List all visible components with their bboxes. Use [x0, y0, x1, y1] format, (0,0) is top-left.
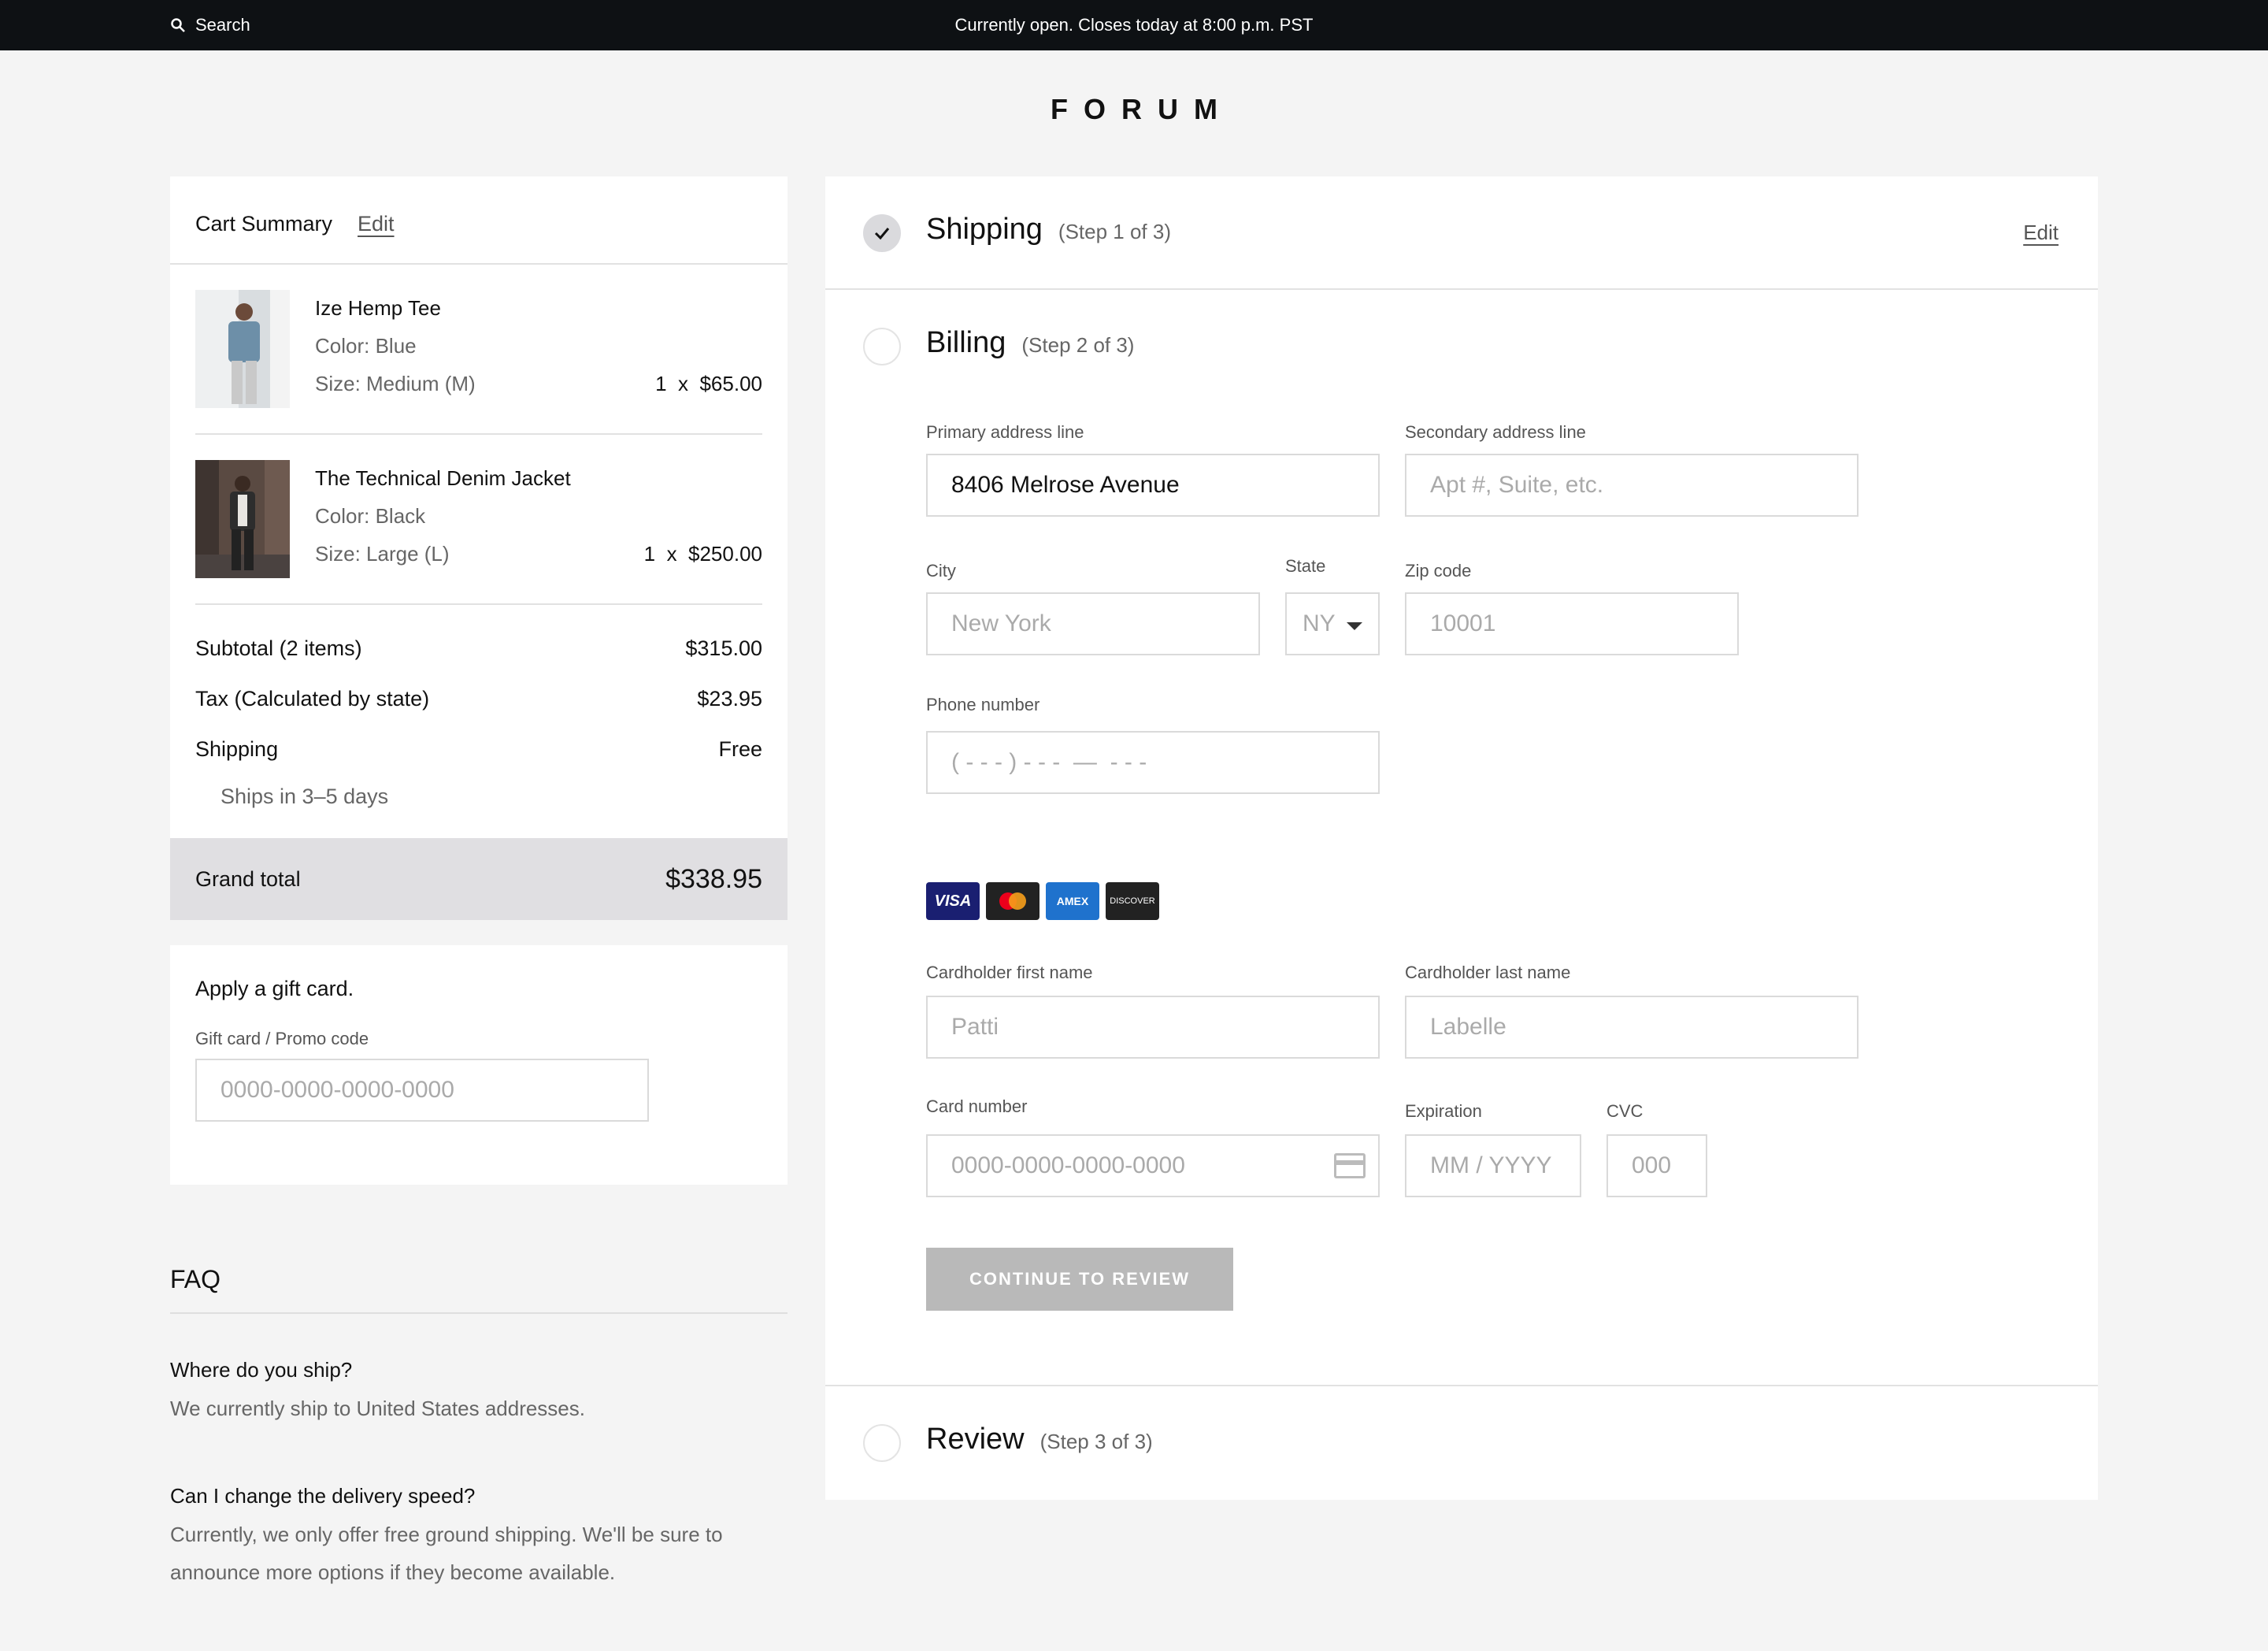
gift-card-title: Apply a gift card. [195, 977, 354, 1000]
divider [170, 263, 788, 265]
divider [170, 1312, 788, 1314]
item-color: Color: Blue [315, 334, 417, 358]
step-review-title: Review [926, 1423, 1025, 1456]
divider [825, 288, 2098, 290]
divider [195, 433, 762, 435]
checkout-page: Search Currently open. Closes today at 8… [0, 0, 2268, 1651]
grand-total-label: Grand total [195, 866, 301, 891]
state-value: NY [1303, 610, 1336, 636]
zip-label: Zip code [1405, 561, 1472, 581]
expiration-input[interactable] [1405, 1134, 1581, 1197]
phone-label: Phone number [926, 695, 1040, 714]
shipping-edit-link[interactable]: Edit [2023, 221, 2059, 245]
step-shipping-number: (Step 1 of 3) [1058, 220, 1171, 243]
brand-logo[interactable]: FORUM [0, 93, 2268, 126]
state-select[interactable]: NY [1285, 592, 1380, 655]
card-number-label: Card number [926, 1096, 1028, 1116]
faq-answer: Currently, we only offer free ground shi… [170, 1523, 723, 1584]
step-shipping-title: Shipping [926, 213, 1043, 246]
product-image-jacket[interactable] [195, 460, 290, 578]
last-name-label: Cardholder last name [1405, 963, 1571, 982]
product-image-tee[interactable] [195, 290, 290, 408]
subtotal-value: $315.00 [685, 636, 762, 660]
cart-item: Ize Hemp Tee Color: Blue Size: Medium (M… [195, 290, 762, 408]
primary-address-input[interactable] [926, 454, 1380, 517]
item-qty-price: 1 x $250.00 [643, 542, 762, 566]
tax-value: $23.95 [697, 687, 762, 710]
shipping-label: Shipping [195, 737, 279, 761]
amex-icon: AMEX [1046, 882, 1099, 920]
gift-card-panel: Apply a gift card. Gift card / Promo cod… [170, 945, 788, 1185]
faq-answer: We currently ship to United States addre… [170, 1397, 585, 1420]
credit-card-icon [1334, 1153, 1366, 1178]
checkout-steps-panel: Shipping (Step 1 of 3) Edit Billing (Ste… [825, 176, 2098, 1500]
checkmark-icon [874, 228, 890, 240]
cardholder-last-name-input[interactable] [1405, 996, 1858, 1059]
cart-item: The Technical Denim Jacket Color: Black … [195, 460, 762, 578]
divider [825, 1385, 2098, 1386]
card-number-input[interactable] [926, 1134, 1380, 1197]
gift-card-label: Gift card / Promo code [195, 1029, 369, 1048]
grand-total-value: $338.95 [665, 863, 762, 894]
subtotal-row: Subtotal (2 items) $315.00 [195, 636, 762, 661]
faq-question: Where do you ship? [170, 1358, 353, 1382]
first-name-label: Cardholder first name [926, 963, 1093, 982]
expiration-label: Expiration [1405, 1101, 1482, 1121]
visa-icon: VISA [926, 882, 980, 920]
cart-summary-header: Cart Summary Edit [195, 208, 395, 239]
shipping-note: Ships in 3–5 days [220, 785, 389, 808]
cart-edit-link[interactable]: Edit [358, 212, 395, 236]
card-number-field [926, 1134, 1380, 1197]
divider [195, 603, 762, 605]
cart-item-info: Ize Hemp Tee Color: Blue Size: Medium (M… [315, 296, 762, 410]
shipping-row: Shipping Free [195, 737, 762, 762]
item-name: Ize Hemp Tee [315, 296, 441, 320]
item-qty-price: 1 x $65.00 [655, 372, 762, 395]
step-review-number: (Step 3 of 3) [1040, 1430, 1153, 1453]
step-billing-number: (Step 2 of 3) [1021, 333, 1135, 357]
step-shipping-header[interactable]: Shipping (Step 1 of 3) [926, 213, 1171, 247]
cardholder-first-name-input[interactable] [926, 996, 1380, 1059]
secondary-address-label: Secondary address line [1405, 422, 1586, 442]
amex-label: AMEX [1056, 895, 1089, 907]
shipping-value: Free [718, 737, 762, 761]
step-billing-title: Billing [926, 326, 1006, 359]
city-input[interactable] [926, 592, 1260, 655]
chevron-down-icon [1347, 622, 1362, 630]
city-label: City [926, 561, 956, 581]
cvc-input[interactable] [1606, 1134, 1707, 1197]
secondary-address-input[interactable] [1405, 454, 1858, 517]
discover-icon: DISCOVER [1106, 882, 1159, 920]
cart-summary: Cart Summary Edit Ize Hemp Tee Color: Bl… [170, 176, 788, 920]
tax-row: Tax (Calculated by state) $23.95 [195, 687, 762, 711]
top-bar: Search Currently open. Closes today at 8… [0, 0, 2268, 50]
continue-to-review-button[interactable]: CONTINUE TO REVIEW [926, 1248, 1233, 1311]
mastercard-icon [986, 882, 1040, 920]
faq-question: Can I change the delivery speed? [170, 1484, 476, 1508]
item-color: Color: Black [315, 504, 426, 528]
discover-label: DISCOVER [1110, 896, 1155, 906]
step-review-header: Review (Step 3 of 3) [926, 1423, 1153, 1456]
visa-label: VISA [934, 892, 972, 910]
store-hours-status: Currently open. Closes today at 8:00 p.m… [954, 15, 1314, 35]
cart-summary-title: Cart Summary [195, 211, 333, 236]
primary-address-label: Primary address line [926, 422, 1084, 442]
step-indicator [863, 1424, 901, 1462]
phone-input[interactable] [926, 731, 1380, 794]
step-indicator [863, 328, 901, 365]
cart-item-info: The Technical Denim Jacket Color: Black … [315, 466, 762, 580]
tax-label: Tax (Calculated by state) [195, 687, 430, 710]
step-billing-header: Billing (Step 2 of 3) [926, 326, 1134, 360]
subtotal-label: Subtotal (2 items) [195, 636, 362, 660]
state-label: State [1285, 556, 1326, 576]
grand-total-bar: Grand total $338.95 [170, 838, 788, 920]
step-complete-indicator [863, 214, 901, 252]
gift-card-input[interactable] [195, 1059, 649, 1122]
cvc-label: CVC [1606, 1101, 1644, 1121]
zip-input[interactable] [1405, 592, 1739, 655]
item-name: The Technical Denim Jacket [315, 466, 571, 490]
faq-title: FAQ [170, 1265, 221, 1293]
